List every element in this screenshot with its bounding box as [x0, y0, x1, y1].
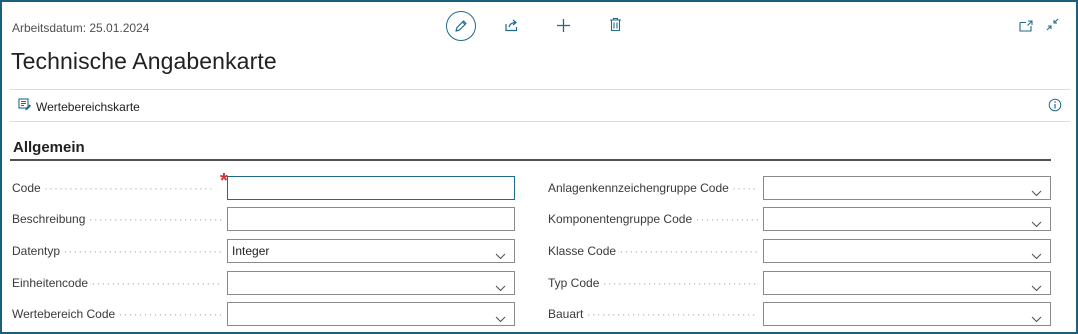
field-label: Klasse Code ····························… [548, 244, 758, 258]
divider [10, 121, 1070, 122]
value-range-code-select[interactable] [227, 302, 515, 326]
new-button[interactable] [556, 18, 571, 33]
chevron-down-icon [495, 245, 506, 267]
field-wertebereich-code: Wertebereich Code ······················… [12, 302, 516, 326]
field-label: Bauart ·································… [548, 307, 758, 321]
field-label: Beschreibung ···························… [12, 212, 222, 226]
plus-icon [556, 18, 571, 33]
field-einheitencode: Einheitencode ··························… [12, 271, 516, 295]
section-underline [10, 159, 1051, 161]
field-bauart: Bauart ·································… [548, 302, 1052, 326]
value-range-card-action[interactable]: Wertebereichskarte [18, 98, 140, 115]
field-code: Code ···································… [12, 170, 516, 200]
pencil-icon [454, 19, 468, 33]
unit-code-select[interactable] [227, 271, 515, 295]
page-title: Technische Angabenkarte [11, 48, 277, 74]
chevron-down-icon [1031, 277, 1042, 299]
collapse-button[interactable] [1046, 18, 1059, 31]
field-label: Wertebereich Code ······················… [12, 307, 222, 321]
card-list-icon [18, 98, 32, 115]
code-input[interactable] [227, 176, 515, 200]
asset-tag-group-code-select[interactable] [763, 176, 1051, 200]
type-code-select[interactable] [763, 271, 1051, 295]
field-anlagenkennzeichengruppe-code: Anlagenkennzeichengruppe Code ··········… [548, 176, 1052, 200]
field-label: Typ Code ·······························… [548, 276, 758, 290]
field-label: Anlagenkennzeichengruppe Code ··········… [548, 181, 758, 195]
data-type-value: Integer [232, 244, 270, 258]
field-label: Einheitencode ··························… [12, 276, 222, 290]
component-group-code-select[interactable] [763, 207, 1051, 231]
card-page: Arbeitsdatum: 25.01.2024 Technische Anga… [0, 0, 1078, 334]
open-in-new-window-icon [1019, 20, 1033, 32]
share-button[interactable] [504, 18, 519, 32]
chevron-down-icon [1031, 245, 1042, 267]
divider [10, 89, 1070, 90]
share-icon [504, 18, 519, 32]
edit-button[interactable] [446, 11, 476, 41]
field-komponentengruppe-code: Komponentengruppe Code ·················… [548, 207, 1052, 231]
class-code-select[interactable] [763, 239, 1051, 263]
design-type-select[interactable] [763, 302, 1051, 326]
open-in-new-window-button[interactable] [1019, 20, 1033, 32]
value-range-card-label: Wertebereichskarte [36, 99, 140, 114]
field-label: Datentyp ·······························… [12, 244, 222, 258]
field-klasse-code: Klasse Code ····························… [548, 239, 1052, 263]
chevron-down-icon [1031, 213, 1042, 235]
chevron-down-icon [495, 308, 506, 330]
field-typ-code: Typ Code ·······························… [548, 271, 1052, 295]
delete-button[interactable] [609, 17, 622, 32]
work-date: Arbeitsdatum: 25.01.2024 [12, 21, 150, 35]
section-title-allgemein[interactable]: Allgemein [13, 139, 85, 156]
trash-icon [609, 17, 622, 32]
field-label: Komponentengruppe Code ·················… [548, 212, 758, 226]
field-datentyp: Datentyp ·······························… [12, 239, 516, 263]
chevron-down-icon [1031, 182, 1042, 204]
description-input[interactable] [227, 207, 515, 231]
chevron-down-icon [1031, 308, 1042, 330]
field-label: Code ···································… [12, 181, 212, 195]
chevron-down-icon [495, 277, 506, 299]
collapse-icon [1046, 18, 1059, 31]
field-beschreibung: Beschreibung ···························… [12, 207, 516, 231]
info-icon [1048, 98, 1062, 116]
info-button[interactable] [1048, 98, 1062, 117]
data-type-select[interactable]: Integer [227, 239, 515, 263]
